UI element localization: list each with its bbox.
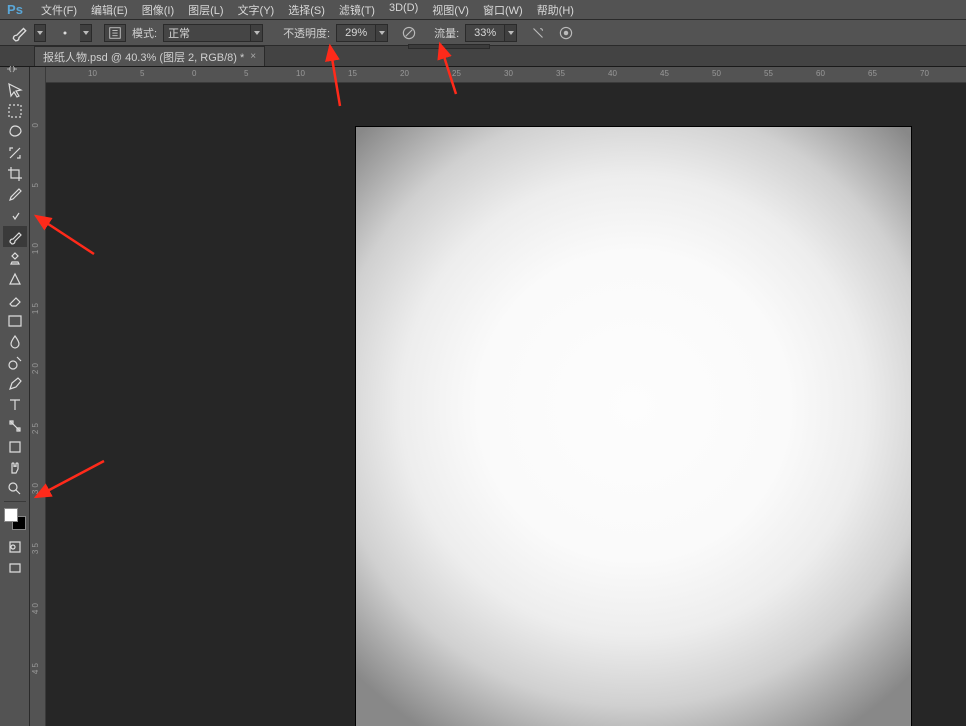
ruler-tick: 10 (296, 69, 305, 78)
ruler-tick: 1 5 (30, 303, 41, 314)
brush-tool-icon[interactable] (10, 24, 28, 42)
stamp-tool[interactable] (3, 247, 27, 268)
history-tool[interactable] (3, 268, 27, 289)
document-tab-title: 报纸人物.psd @ 40.3% (图层 2, RGB/8) * (43, 49, 244, 65)
ruler-tick: 5 (244, 69, 248, 78)
ruler-tick: 5 (140, 69, 144, 78)
foreground-swatch[interactable] (4, 508, 18, 522)
collapse-handle[interactable] (3, 69, 27, 79)
menu-item[interactable]: 窗口(W) (476, 0, 530, 20)
ruler-tick: 4 0 (30, 603, 41, 614)
ruler-tick: 60 (816, 69, 825, 78)
pressure-size-button[interactable] (557, 24, 575, 42)
menu-item[interactable]: 文件(F) (34, 0, 84, 20)
move-tool[interactable] (3, 79, 27, 100)
flow-label: 流量: (434, 25, 459, 41)
mode-dropdown[interactable] (251, 24, 263, 42)
menu-item[interactable]: 图像(I) (135, 0, 181, 20)
ruler-tick: 70 (920, 69, 929, 78)
ruler-tick: 50 (712, 69, 721, 78)
menu-bar: Ps 文件(F)编辑(E)图像(I)图层(L)文字(Y)选择(S)滤镜(T)3D… (0, 0, 966, 20)
opacity-label: 不透明度: (283, 25, 330, 41)
ruler-tick: 65 (868, 69, 877, 78)
ruler-tick: 1 0 (30, 243, 41, 254)
hand-tool[interactable] (3, 457, 27, 478)
marquee-tool[interactable] (3, 100, 27, 121)
document-tab[interactable]: 报纸人物.psd @ 40.3% (图层 2, RGB/8) * × (34, 46, 265, 66)
pressure-opacity-button[interactable] (400, 24, 418, 42)
ruler-tick: 45 (660, 69, 669, 78)
opacity-field[interactable]: 29% (336, 24, 376, 42)
document-tab-bar: 报纸人物.psd @ 40.3% (图层 2, RGB/8) * × (0, 46, 966, 67)
brush-panel-button[interactable] (104, 24, 126, 42)
horizontal-ruler: 151050510152025303540455055606570 (46, 67, 966, 83)
crop-tool[interactable] (3, 163, 27, 184)
menu-item[interactable]: 滤镜(T) (332, 0, 382, 20)
ruler-tick: 3 0 (30, 483, 41, 494)
vertical-ruler: 5051 01 52 02 53 03 54 04 5 (30, 67, 46, 726)
ruler-tick: 40 (608, 69, 617, 78)
ruler-tick: 0 (30, 123, 41, 127)
pen-tool[interactable] (3, 373, 27, 394)
shape-tool[interactable] (3, 436, 27, 457)
menu-item[interactable]: 3D(D) (382, 0, 425, 20)
options-bar: 模式: 正常 不透明度: 29% 流量: 33% (0, 20, 966, 46)
menu-item[interactable]: 图层(L) (181, 0, 230, 20)
eraser-tool[interactable] (3, 289, 27, 310)
ruler-tick: 55 (764, 69, 773, 78)
zoom-tool[interactable] (3, 478, 27, 499)
menu-item[interactable]: 帮助(H) (530, 0, 581, 20)
quickmask-tool[interactable] (3, 536, 27, 557)
ruler-tick: 30 (504, 69, 513, 78)
flow-field[interactable]: 33% (465, 24, 505, 42)
close-tab-icon[interactable]: × (250, 51, 256, 62)
tool-preset-dropdown[interactable] (34, 24, 46, 42)
app-logo: Ps (4, 2, 26, 18)
ruler-tick: 25 (452, 69, 461, 78)
ruler-tick: 3 5 (30, 543, 41, 554)
brush-preview-icon[interactable] (56, 24, 74, 42)
color-swatches[interactable] (4, 508, 26, 530)
canvas-area[interactable]: 151050510152025303540455055606570 (46, 67, 966, 726)
ruler-tick: 0 (192, 69, 196, 78)
ruler-tick: 4 5 (30, 663, 41, 674)
ruler-tick: 5 (30, 183, 41, 187)
wand-tool[interactable] (3, 142, 27, 163)
airbrush-button[interactable] (529, 24, 547, 42)
ruler-tick: 2 5 (30, 423, 41, 434)
eyedrop-tool[interactable] (3, 184, 27, 205)
ruler-tick: 15 (348, 69, 357, 78)
menu-item[interactable]: 文字(Y) (231, 0, 282, 20)
brush-tool[interactable] (3, 226, 27, 247)
lasso-tool[interactable] (3, 121, 27, 142)
menu-item[interactable]: 编辑(E) (84, 0, 135, 20)
dodge-tool[interactable] (3, 352, 27, 373)
flow-slider[interactable] (408, 44, 490, 49)
document-canvas[interactable] (356, 127, 911, 726)
gradient-tool[interactable] (3, 310, 27, 331)
ruler-tick: 35 (556, 69, 565, 78)
mode-select[interactable]: 正常 (163, 24, 251, 42)
screenmode-tool[interactable] (3, 557, 27, 578)
mode-label: 模式: (132, 25, 157, 41)
flow-dropdown[interactable] (505, 24, 517, 42)
heal-tool[interactable] (3, 205, 27, 226)
ruler-tick: 20 (400, 69, 409, 78)
menu-item[interactable]: 视图(V) (425, 0, 476, 20)
brush-preset-dropdown[interactable] (80, 24, 92, 42)
opacity-dropdown[interactable] (376, 24, 388, 42)
blur-tool[interactable] (3, 331, 27, 352)
ruler-tick: 2 0 (30, 363, 41, 374)
ruler-tick: 10 (88, 69, 97, 78)
path-tool[interactable] (3, 415, 27, 436)
tool-bar (0, 67, 30, 726)
type-tool[interactable] (3, 394, 27, 415)
menu-item[interactable]: 选择(S) (281, 0, 332, 20)
